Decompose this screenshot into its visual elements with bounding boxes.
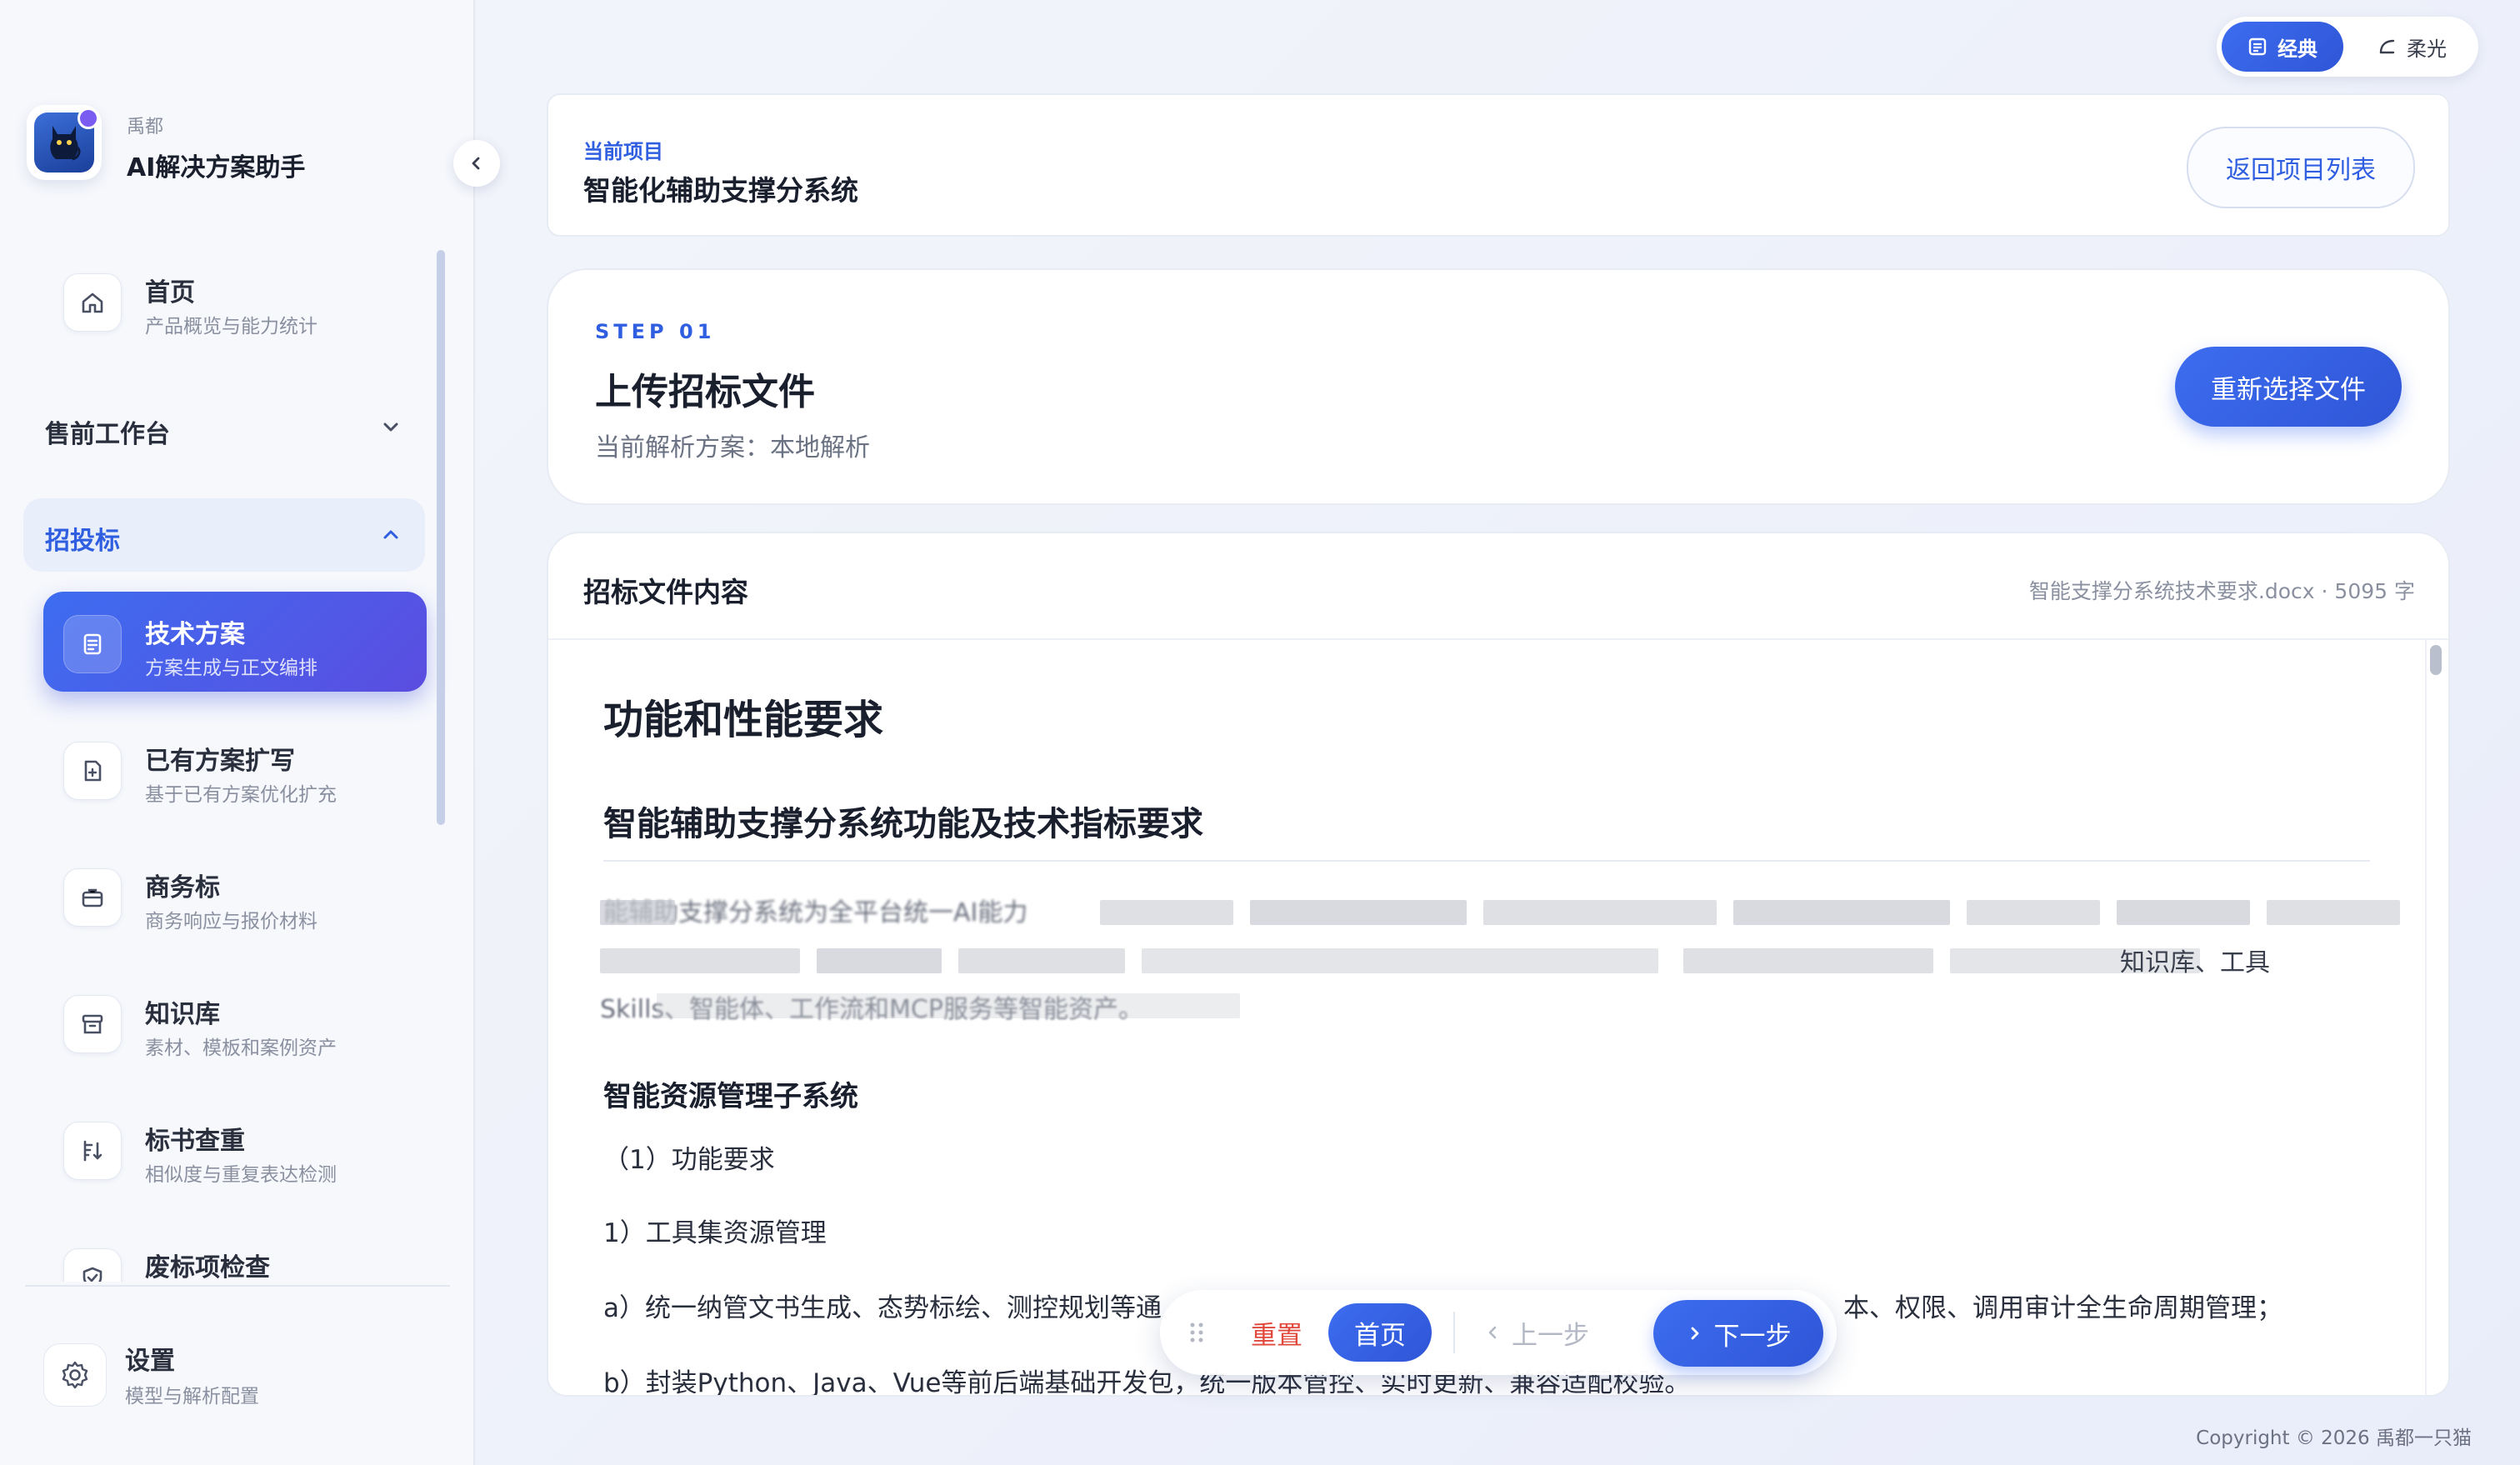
document-icon bbox=[63, 615, 122, 673]
home-button[interactable]: 首页 bbox=[1328, 1303, 1432, 1362]
home-icon bbox=[63, 273, 122, 332]
gear-icon[interactable] bbox=[43, 1343, 107, 1407]
chevron-right-icon bbox=[1691, 1327, 1698, 1340]
sidebar-item-desc: 素材、模板和案例资产 bbox=[145, 1038, 337, 1059]
archive-icon bbox=[63, 995, 122, 1053]
document-divider bbox=[603, 860, 2370, 862]
next-step-button[interactable]: 下一步 bbox=[1653, 1300, 1823, 1367]
back-to-project-list-button[interactable]: 返回项目列表 bbox=[2187, 127, 2415, 208]
reset-button[interactable]: 重置 bbox=[1237, 1308, 1317, 1357]
app-logo bbox=[27, 105, 102, 180]
document-meta: 智能支撑分系统技术要求.docx · 5095 字 bbox=[2028, 579, 2415, 603]
group-bidding[interactable]: 招投标 bbox=[23, 498, 425, 572]
copyright-text: Copyright © 2026 禹都一只猫 bbox=[2196, 1428, 2472, 1449]
document-scrollbar[interactable] bbox=[2430, 645, 2442, 675]
previous-step-label: 上一步 bbox=[1512, 1320, 1589, 1351]
sidebar-collapse-button[interactable] bbox=[453, 140, 500, 187]
sidebar-item-label: 技术方案 bbox=[145, 620, 245, 649]
document-card: 招标文件内容 智能支撑分系统技术要求.docx · 5095 字 功能和性能要求… bbox=[547, 532, 2450, 1397]
step-title: 上传招标文件 bbox=[595, 371, 815, 413]
chevron-up-icon bbox=[383, 530, 398, 539]
step-action-bar: 重置 首页 上一步 下一步 bbox=[1160, 1290, 1837, 1375]
document-heading-3: 智能资源管理子系统 bbox=[603, 1080, 858, 1113]
sidebar-item-business-bid[interactable]: 商务标 商务响应与报价材料 bbox=[43, 845, 427, 945]
book-icon bbox=[2248, 38, 2267, 56]
theme-soft-button[interactable]: 柔光 bbox=[2350, 22, 2473, 72]
document-scroll-track bbox=[2425, 640, 2427, 1395]
sidebar-item-disqualification-check[interactable]: 废标项检查 bbox=[43, 1225, 427, 1282]
project-label: 当前项目 bbox=[583, 140, 663, 163]
sidebar-item-existing-plan-expansion[interactable]: 已有方案扩写 基于已有方案优化扩充 bbox=[43, 718, 427, 818]
step-number: STEP 01 bbox=[595, 320, 716, 343]
redacted-block-row-3 bbox=[657, 993, 1240, 1018]
sidebar-item-desc: 商务响应与报价材料 bbox=[145, 911, 318, 932]
document-paragraph: （1）功能要求 bbox=[603, 1145, 775, 1175]
sidebar-item-desc: 方案生成与正文编排 bbox=[145, 658, 318, 679]
file-edit-icon bbox=[63, 742, 122, 800]
sidebar-item-knowledge-base[interactable]: 知识库 素材、模板和案例资产 bbox=[43, 972, 427, 1072]
chevron-down-icon bbox=[383, 422, 398, 432]
sidebar-item-desc: 基于已有方案优化扩充 bbox=[145, 784, 337, 806]
settings-label[interactable]: 设置 bbox=[125, 1340, 175, 1377]
sidebar-clip: 废标项检查 bbox=[0, 1225, 473, 1282]
document-paragraph: 本、权限、调用审计全生命周期管理； bbox=[1843, 1293, 2282, 1323]
file-sort-icon bbox=[63, 1122, 122, 1180]
document-paragraph: a）统一纳管文书生成、态势标绘、测控规划等通 bbox=[603, 1293, 1162, 1323]
brand-subtitle: 禹都 bbox=[127, 117, 164, 138]
sidebar-item-home[interactable]: 首页 产品概览与能力统计 bbox=[43, 250, 427, 350]
document-header: 招标文件内容 智能支撑分系统技术要求.docx · 5095 字 bbox=[548, 533, 2448, 640]
current-project-card: 当前项目 智能化辅助支撑分系统 返回项目列表 bbox=[547, 93, 2450, 237]
sidebar: 禹都 AI解决方案助手 首页 产品概览与能力统计 售前工作台 招投标 技术方案 … bbox=[0, 0, 475, 1465]
redacted-block-row-1 bbox=[600, 900, 2400, 925]
shield-check-icon bbox=[63, 1248, 122, 1282]
step-card: STEP 01 上传招标文件 当前解析方案：本地解析 重新选择文件 bbox=[547, 268, 2450, 505]
sidebar-item-label: 废标项检查 bbox=[145, 1253, 270, 1282]
sidebar-item-label: 首页 bbox=[145, 278, 195, 308]
theme-classic-button[interactable]: 经典 bbox=[2222, 22, 2343, 72]
sidebar-item-technical-plan[interactable]: 技术方案 方案生成与正文编排 bbox=[43, 592, 427, 692]
redacted-text-2: 知识库、工具 bbox=[2120, 948, 2270, 978]
chevron-left-icon bbox=[1488, 1326, 1497, 1339]
group-label: 售前工作台 bbox=[45, 420, 170, 449]
theme-classic-label: 经典 bbox=[2278, 37, 2318, 61]
theme-toggle: 经典 柔光 bbox=[2217, 17, 2478, 77]
soft-light-icon bbox=[2379, 39, 2395, 54]
document-heading-1: 功能和性能要求 bbox=[603, 697, 884, 743]
sidebar-item-desc: 产品概览与能力统计 bbox=[145, 316, 318, 338]
sidebar-item-label: 商务标 bbox=[145, 873, 220, 902]
reselect-file-button[interactable]: 重新选择文件 bbox=[2175, 347, 2402, 427]
sidebar-item-label: 知识库 bbox=[145, 1000, 220, 1029]
brand-title: AI解决方案助手 bbox=[127, 153, 306, 182]
theme-soft-label: 柔光 bbox=[2407, 37, 2447, 61]
project-name: 智能化辅助支撑分系统 bbox=[583, 174, 858, 207]
next-step-label: 下一步 bbox=[1713, 1321, 1792, 1352]
document-paragraph: 1）工具集资源管理 bbox=[603, 1218, 827, 1248]
settings-desc: 模型与解析配置 bbox=[125, 1386, 259, 1408]
step-subtitle: 当前解析方案：本地解析 bbox=[595, 433, 870, 462]
previous-step-button[interactable]: 上一步 bbox=[1485, 1308, 1618, 1357]
sidebar-divider bbox=[25, 1285, 450, 1287]
document-heading-2: 智能辅助支撑分系统功能及技术指标要求 bbox=[603, 805, 1203, 843]
sidebar-item-label: 标书查重 bbox=[145, 1127, 245, 1156]
logo-badge bbox=[78, 108, 99, 129]
briefcase-icon bbox=[63, 868, 122, 927]
group-presale-workbench[interactable]: 售前工作台 bbox=[23, 392, 425, 465]
sidebar-scrollbar[interactable] bbox=[437, 250, 445, 825]
action-bar-divider bbox=[1453, 1312, 1455, 1353]
sidebar-item-desc: 相似度与重复表达检测 bbox=[145, 1164, 337, 1186]
sidebar-item-duplicate-check[interactable]: 标书查重 相似度与重复表达检测 bbox=[43, 1098, 427, 1198]
group-label: 招投标 bbox=[45, 527, 120, 556]
cat-logo-icon bbox=[50, 126, 81, 161]
chevron-left-icon bbox=[472, 157, 480, 170]
sidebar-item-label: 已有方案扩写 bbox=[145, 747, 295, 776]
document-header-title: 招标文件内容 bbox=[583, 576, 748, 608]
drag-handle-icon[interactable] bbox=[1188, 1320, 1205, 1345]
